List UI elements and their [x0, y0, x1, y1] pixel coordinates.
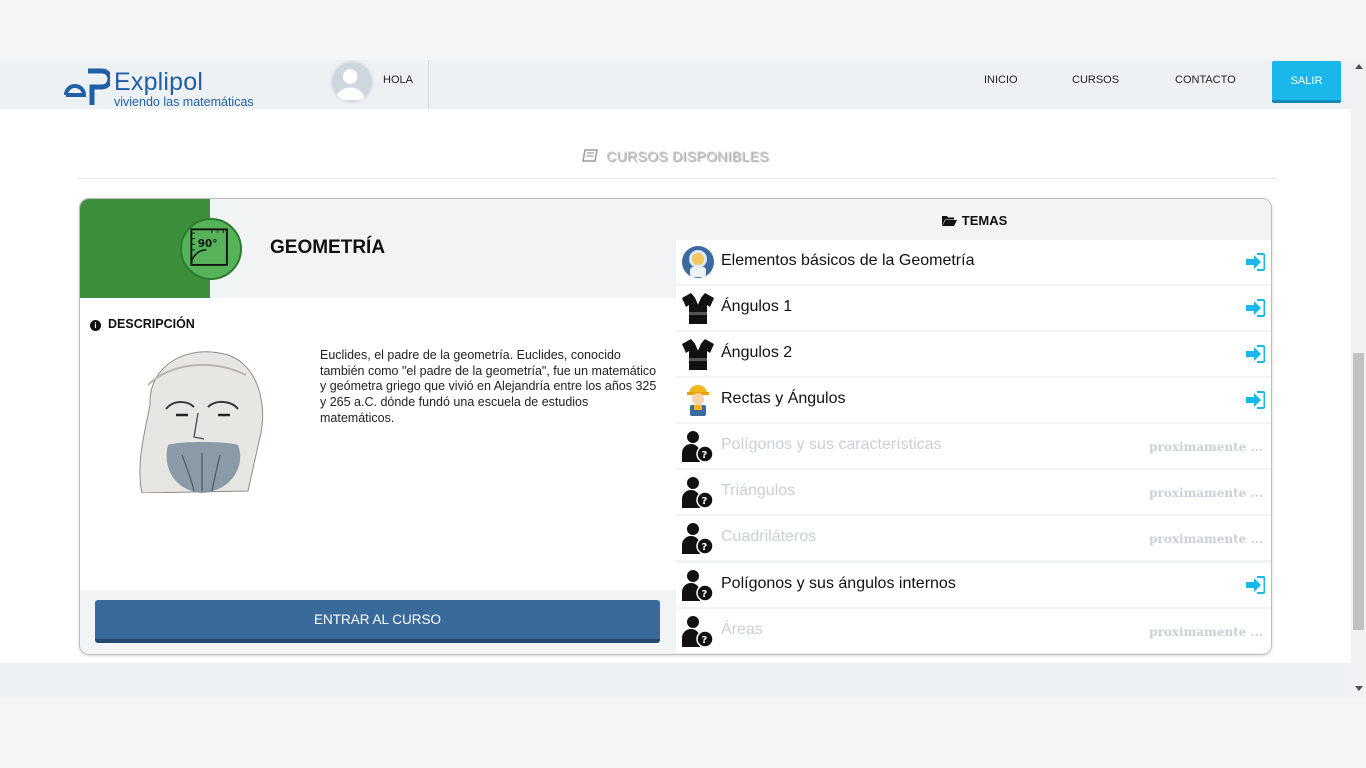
scroll-down-arrow-icon[interactable] [1355, 686, 1363, 691]
brand-name: Explipol [114, 68, 204, 96]
nav-cursos[interactable]: CURSOS [1072, 74, 1119, 86]
top-blank-area [0, 0, 1351, 60]
brand-tagline: viviendo las matemáticas [114, 95, 254, 109]
logout-button[interactable]: SALIR [1272, 61, 1341, 103]
course-card: 90° GEOMETRÍA i DESCRIPCIÓN Euclides, el … [79, 198, 1272, 655]
svg-text:?: ? [702, 542, 708, 553]
tema-label: Ángulos 1 [721, 298, 793, 315]
sign-in-icon[interactable] [1246, 253, 1265, 271]
tema-label: Cuadriláteros [721, 528, 817, 545]
nav-contacto[interactable]: CONTACTO [1175, 74, 1236, 86]
euclides-portrait [128, 345, 270, 493]
user-silhouette-icon [335, 69, 365, 101]
judo-gi-icon [682, 293, 714, 324]
description-label-text: DESCRIPCIÓN [108, 317, 195, 331]
temas-panel: TEMAS Elementos básicos de la Geometría [676, 199, 1271, 654]
temas-heading-text: TEMAS [961, 213, 1008, 228]
sign-in-icon[interactable] [1246, 391, 1265, 409]
course-header: 90° GEOMETRÍA [80, 199, 676, 298]
greeting-text: HOLA [383, 74, 413, 86]
book-icon [582, 149, 599, 162]
header-divider [428, 60, 429, 109]
construction-worker-icon [687, 385, 709, 416]
svg-text:?: ? [702, 589, 708, 600]
user-question-icon: ? [682, 570, 714, 602]
svg-text:?: ? [702, 635, 708, 646]
page-scrollbar[interactable] [1351, 60, 1366, 697]
user-avatar[interactable] [330, 60, 374, 104]
judo-gi-icon [682, 339, 714, 370]
sign-in-icon[interactable] [1246, 299, 1265, 317]
info-icon: i [90, 320, 101, 331]
course-title: GEOMETRÍA [270, 237, 386, 258]
nav-inicio[interactable]: INICIO [984, 74, 1018, 86]
svg-text:?: ? [702, 496, 708, 507]
coming-soon-text: proximamente ... [1149, 532, 1263, 546]
section-title: CURSOS DISPONIBLES [0, 148, 1351, 164]
tema-label: Elementos básicos de la Geometría [721, 252, 975, 269]
tema-item[interactable]: ? Polígonos y sus ángulos internos [676, 563, 1271, 607]
site-header: Explipol viviendo las matemáticas HOLA I… [0, 60, 1351, 109]
user-question-icon: ? [682, 431, 714, 463]
temas-heading: TEMAS [676, 213, 1271, 228]
tema-item-disabled: ? Cuadriláteros proximamente ... [676, 516, 1271, 560]
tema-item[interactable]: Elementos básicos de la Geometría [676, 240, 1271, 284]
section-title-text: CURSOS DISPONIBLES [606, 148, 769, 164]
tema-item-disabled: ? Áreas proximamente ... [676, 609, 1271, 653]
coming-soon-text: proximamente ... [1149, 625, 1263, 639]
coming-soon-text: proximamente ... [1149, 486, 1263, 500]
user-question-icon: ? [682, 616, 714, 648]
tema-label: Polígonos y sus ángulos internos [721, 575, 956, 592]
sign-in-icon[interactable] [1246, 345, 1265, 363]
user-question-icon: ? [682, 477, 714, 509]
sign-in-icon[interactable] [1246, 576, 1265, 594]
tema-label: Rectas y Ángulos [721, 390, 846, 407]
folder-open-icon [941, 216, 957, 226]
enter-course-button[interactable]: ENTRAR AL CURSO [95, 600, 660, 643]
svg-text:?: ? [702, 450, 708, 461]
footer-band [0, 663, 1351, 697]
tema-label: Áreas [721, 621, 763, 638]
coming-soon-text: proximamente ... [1149, 440, 1263, 454]
tema-item[interactable]: Ángulos 2 [676, 332, 1271, 376]
right-angle-icon: 90° [190, 228, 228, 266]
tema-item-disabled: ? Polígonos y sus características proxim… [676, 424, 1271, 468]
tema-item-disabled: ? Triángulos proximamente ... [676, 470, 1271, 514]
scroll-thumb[interactable] [1353, 353, 1364, 630]
tema-item[interactable]: Ángulos 1 [676, 286, 1271, 330]
course-description: Euclides, el padre de la geometría. Eucl… [320, 348, 657, 425]
user-question-icon: ? [682, 523, 714, 555]
astronaut-icon [682, 246, 714, 278]
description-label: i DESCRIPCIÓN [90, 317, 195, 331]
course-badge: 90° [180, 218, 242, 280]
brand-logo[interactable]: Explipol viviendo las matemáticas [62, 65, 262, 109]
main-content: CURSOS DISPONIBLES 90° GEOMETRÍA i DESCRI… [0, 109, 1351, 663]
enter-area: ENTRAR AL CURSO [80, 590, 676, 654]
tema-item[interactable]: Rectas y Ángulos [676, 378, 1271, 422]
tema-label: Polígonos y sus características [721, 436, 942, 453]
section-divider [78, 178, 1276, 179]
badge-text: 90° [198, 238, 217, 250]
scroll-up-arrow-icon[interactable] [1355, 64, 1363, 69]
logo-mark-icon [64, 68, 110, 105]
tema-label: Ángulos 2 [721, 344, 793, 361]
tema-label: Triángulos [721, 482, 796, 499]
